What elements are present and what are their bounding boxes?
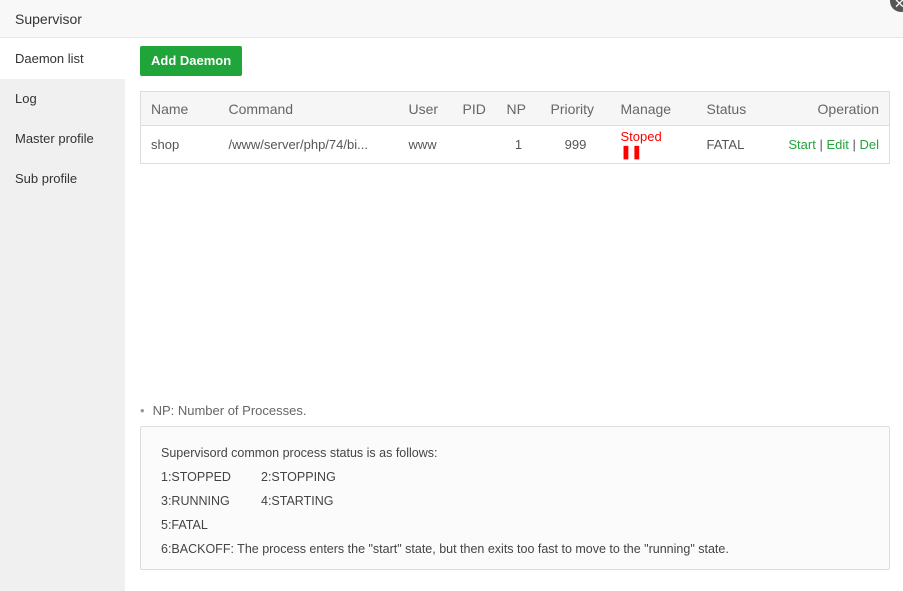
cell-status: FATAL: [706, 137, 745, 152]
sidebar-item-master-profile[interactable]: Master profile: [0, 119, 125, 159]
col-pid: PID: [452, 91, 497, 126]
sidebar: Daemon list Log Master profile Sub profi…: [0, 39, 125, 591]
manage-status[interactable]: Stoped: [621, 129, 662, 144]
status-2: 2:STOPPING: [261, 470, 336, 484]
cell-manage[interactable]: Stoped ❚❚: [611, 126, 697, 164]
table-row: shop /www/server/php/74/bi... www 1 999 …: [141, 126, 890, 164]
cell-operation: Start | Edit | Del: [788, 137, 879, 152]
col-manage: Manage: [610, 91, 697, 126]
col-np: NP: [496, 91, 541, 126]
status-1: 1:STOPPED: [161, 470, 231, 484]
col-user: User: [398, 91, 453, 126]
main-content: Add Daemon Name Command User PID NP Prio…: [140, 39, 890, 591]
cell-name: shop: [151, 137, 180, 152]
np-note: NP: Number of Processes.: [140, 403, 307, 418]
daemon-table: Name Command User PID NP Priority Manage…: [140, 91, 890, 164]
col-priority: Priority: [540, 91, 611, 126]
pause-icon[interactable]: ❚❚: [621, 144, 643, 159]
cell-priority: 999: [564, 137, 587, 152]
col-operation: Operation: [766, 91, 890, 126]
status-3: 3:RUNNING: [161, 494, 230, 508]
delete-link[interactable]: Del: [859, 137, 879, 152]
start-link[interactable]: Start: [788, 137, 815, 152]
status-title: Supervisord common process status is as …: [161, 446, 438, 460]
sidebar-item-daemon-list[interactable]: Daemon list: [0, 39, 125, 79]
add-daemon-button[interactable]: Add Daemon: [140, 46, 243, 76]
status-4: 4:STARTING: [261, 494, 334, 508]
cell-user: www: [408, 137, 437, 152]
status-5: 5:FATAL: [161, 518, 208, 532]
sidebar-item-log[interactable]: Log: [0, 79, 125, 119]
cell-command: /www/server/php/74/bi...: [228, 137, 368, 152]
col-command: Command: [218, 91, 399, 126]
cell-np: 1: [514, 137, 523, 152]
edit-link[interactable]: Edit: [826, 137, 848, 152]
cell-pid: [453, 126, 497, 164]
status-6: 6:BACKOFF: The process enters the "start…: [161, 542, 729, 556]
col-name: Name: [140, 91, 219, 126]
col-status: Status: [696, 91, 767, 126]
status-info-box: Supervisord common process status is as …: [140, 426, 890, 570]
window-title: Supervisor: [0, 0, 903, 38]
sidebar-item-sub-profile[interactable]: Sub profile: [0, 159, 125, 199]
